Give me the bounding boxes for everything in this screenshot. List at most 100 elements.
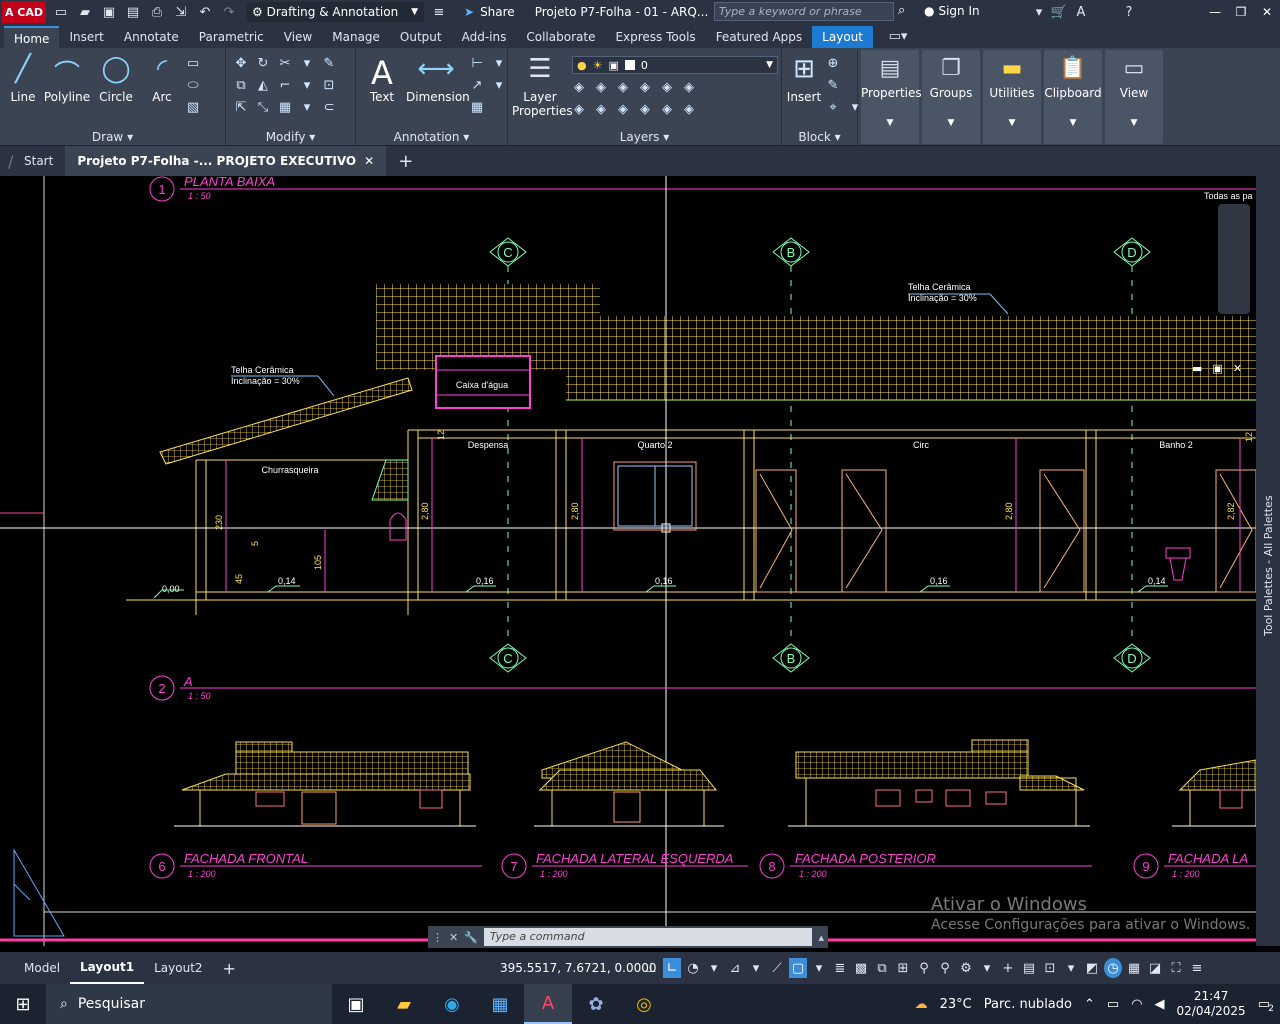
ellipse-icon[interactable]: ⬭: [184, 76, 202, 94]
file-explorer-icon[interactable]: ▰: [380, 984, 428, 1024]
settings-icon[interactable]: ⚙: [957, 958, 975, 978]
rectangle-icon[interactable]: ▭: [184, 54, 202, 72]
share-button[interactable]: ➤ Share: [464, 5, 515, 19]
lock-ui-icon[interactable]: ⊡: [1041, 958, 1059, 978]
layers-panel-label[interactable]: Layers ▾: [508, 130, 781, 144]
search-icon[interactable]: ⌕: [898, 3, 905, 18]
autodesk-icon[interactable]: A: [1072, 3, 1090, 21]
scale-icon[interactable]: ⤡: [254, 98, 272, 116]
trim-icon[interactable]: ✂: [276, 54, 294, 72]
dimension-button[interactable]: ⟷ Dimension: [406, 54, 470, 104]
layer-tool-6-icon[interactable]: ◈: [680, 78, 698, 96]
meet-icon[interactable]: ▭: [1107, 997, 1119, 1012]
circle-button[interactable]: ◯ Circle: [96, 54, 136, 104]
edge-icon[interactable]: ◉: [428, 984, 476, 1024]
minimize-icon[interactable]: —: [1202, 0, 1228, 24]
tray-chevron-icon[interactable]: ⌃: [1084, 997, 1095, 1012]
attribute-icon[interactable]: ⌖: [824, 98, 842, 116]
model-space-icon[interactable]: ⊥: [642, 958, 660, 978]
cmd-history-icon[interactable]: ▴: [818, 931, 824, 944]
clipboard-button[interactable]: 📋 Clipboard ▼: [1044, 50, 1102, 144]
selection-cycling-icon[interactable]: ⧉: [873, 958, 891, 978]
layer-dropdown[interactable]: ● ☀ ▣ 0 ▼: [572, 56, 778, 74]
transparency-icon[interactable]: ▩: [852, 958, 870, 978]
tab-annotate[interactable]: Annotate: [114, 26, 189, 48]
layer-tool-2-icon[interactable]: ◈: [592, 78, 610, 96]
viewport-close-icon[interactable]: ✕: [1233, 362, 1242, 375]
workspace-dropdown[interactable]: ⚙ Drafting & Annotation ▼: [246, 2, 424, 22]
fillet-icon[interactable]: ⌐: [276, 76, 294, 94]
linear-dim-icon[interactable]: ⊢: [468, 54, 486, 72]
tab-layout[interactable]: Layout: [812, 26, 873, 48]
annotation-panel-label[interactable]: Annotation ▾: [356, 130, 507, 144]
grip-icon[interactable]: ⋮: [432, 931, 443, 944]
groups-button[interactable]: ❐ Groups ▼: [922, 50, 980, 144]
layer-properties-button[interactable]: ☰ Layer Properties: [512, 54, 573, 118]
mirror-icon[interactable]: ◭: [254, 76, 272, 94]
task-view-icon[interactable]: ▣: [332, 984, 380, 1024]
drawing-tab[interactable]: Projeto P7-Folha -... PROJETO EXECUTIVO …: [65, 146, 387, 176]
offset-icon[interactable]: ⊂: [320, 98, 338, 116]
wrench-icon[interactable]: 🔧: [464, 931, 478, 944]
customize-icon[interactable]: ≡: [1188, 958, 1206, 978]
clock[interactable]: 21:47 02/04/2025: [1177, 989, 1246, 1019]
quick-properties-icon[interactable]: ▤: [1020, 958, 1038, 978]
fullscreen-icon[interactable]: ⛶: [1167, 958, 1185, 978]
app-icon[interactable]: ✿: [572, 984, 620, 1024]
tab-output[interactable]: Output: [390, 26, 452, 48]
tool-palettes-sidebar[interactable]: Tool Palettes - All Palettes: [1256, 176, 1280, 946]
customize-qa-icon[interactable]: ≡: [430, 3, 448, 21]
lineweight-icon[interactable]: ≣: [831, 958, 849, 978]
plot-icon[interactable]: ⎙: [148, 3, 166, 21]
open-folder-icon[interactable]: ▰: [76, 3, 94, 21]
plus-icon[interactable]: +: [999, 958, 1017, 978]
redo-icon[interactable]: ↷: [220, 3, 238, 21]
wifi-icon[interactable]: ◠: [1131, 997, 1142, 1012]
array-dropdown-icon[interactable]: ▾: [298, 98, 316, 116]
tab-collaborate[interactable]: Collaborate: [516, 26, 605, 48]
undo-icon[interactable]: ↶: [196, 3, 214, 21]
clean-screen-icon[interactable]: ◪: [1146, 958, 1164, 978]
layer-tool-3-icon[interactable]: ◈: [614, 78, 632, 96]
tab-parametric[interactable]: Parametric: [189, 26, 274, 48]
osnap2-dropdown-icon[interactable]: ▾: [810, 958, 828, 978]
temperature[interactable]: 23°C: [940, 997, 972, 1012]
tab-add-ins[interactable]: Add-ins: [452, 26, 517, 48]
osnap-icon[interactable]: ▢: [789, 958, 807, 978]
weather-text[interactable]: Parc. nublado: [984, 997, 1072, 1012]
tab-insert[interactable]: Insert: [59, 26, 113, 48]
tab-home[interactable]: Home: [4, 26, 60, 48]
restore-icon[interactable]: ❐: [1228, 0, 1254, 24]
graphics-icon[interactable]: ▦: [1125, 958, 1143, 978]
close-icon[interactable]: ✕: [1254, 0, 1280, 24]
trim-dropdown-icon[interactable]: ▾: [298, 54, 316, 72]
rotate-icon[interactable]: ↻: [254, 54, 272, 72]
coordinates-readout[interactable]: 395.5517, 7.6721, 0.0000: [500, 961, 657, 975]
move-icon[interactable]: ✥: [232, 54, 250, 72]
properties-button[interactable]: ▤ Properties ▼: [861, 50, 922, 144]
fillet-dropdown-icon[interactable]: ▾: [298, 76, 316, 94]
text-button[interactable]: A Text: [364, 54, 400, 104]
taskbar-search[interactable]: ⌕ Pesquisar: [46, 984, 332, 1024]
modify-panel-label[interactable]: Modify ▾: [226, 130, 355, 144]
start-tab[interactable]: Start: [12, 146, 65, 176]
signin-chevron-icon[interactable]: ▾: [1030, 3, 1048, 21]
layer-tool-5-icon[interactable]: ◈: [658, 78, 676, 96]
ortho-icon[interactable]: ∟: [663, 958, 681, 978]
save-icon[interactable]: ▣: [100, 3, 118, 21]
layer-tool-1-icon[interactable]: ◈: [570, 78, 588, 96]
isodraft-icon[interactable]: ⟋: [768, 958, 786, 978]
new-file-icon[interactable]: ▭: [52, 3, 70, 21]
linear-dim-dropdown-icon[interactable]: ▾: [490, 54, 508, 72]
stretch-icon[interactable]: ⇱: [232, 98, 250, 116]
save-as-icon[interactable]: ▤: [124, 3, 142, 21]
sign-in-button[interactable]: ● Sign In: [924, 4, 980, 18]
close-tab-icon[interactable]: ✕: [364, 154, 374, 168]
polar-dropdown-icon[interactable]: ▾: [705, 958, 723, 978]
create-block-icon[interactable]: ⊕: [824, 54, 842, 72]
layout2-tab[interactable]: Layout2: [144, 952, 212, 984]
layer-tool-4-icon[interactable]: ◈: [636, 78, 654, 96]
viewport-minimize-icon[interactable]: ▬: [1192, 362, 1202, 375]
autocad-taskbar-icon[interactable]: A: [524, 984, 572, 1024]
copy-icon[interactable]: ⧉: [232, 76, 250, 94]
